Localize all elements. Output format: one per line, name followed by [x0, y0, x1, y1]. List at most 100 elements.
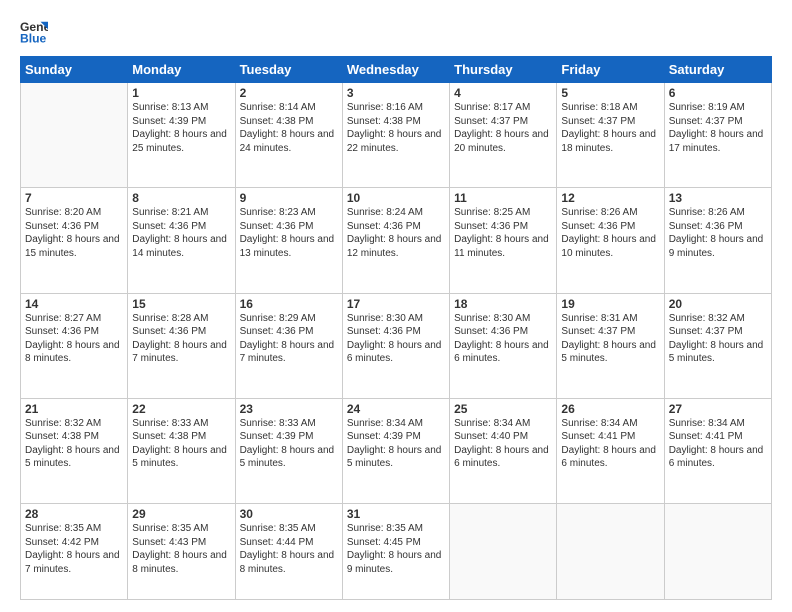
day-number: 8 [132, 191, 230, 205]
weekday-saturday: Saturday [664, 57, 771, 83]
weekday-monday: Monday [128, 57, 235, 83]
calendar-cell: 19Sunrise: 8:31 AMSunset: 4:37 PMDayligh… [557, 293, 664, 398]
cell-info: Sunrise: 8:34 AMSunset: 4:39 PMDaylight:… [347, 417, 445, 471]
day-number: 14 [25, 297, 123, 311]
cell-info: Sunrise: 8:21 AMSunset: 4:36 PMDaylight:… [132, 206, 230, 260]
calendar-cell: 11Sunrise: 8:25 AMSunset: 4:36 PMDayligh… [450, 188, 557, 293]
cell-info: Sunrise: 8:17 AMSunset: 4:37 PMDaylight:… [454, 101, 552, 155]
calendar-cell: 23Sunrise: 8:33 AMSunset: 4:39 PMDayligh… [235, 398, 342, 503]
calendar-cell: 21Sunrise: 8:32 AMSunset: 4:38 PMDayligh… [21, 398, 128, 503]
cell-info: Sunrise: 8:14 AMSunset: 4:38 PMDaylight:… [240, 101, 338, 155]
day-number: 24 [347, 402, 445, 416]
calendar-cell: 26Sunrise: 8:34 AMSunset: 4:41 PMDayligh… [557, 398, 664, 503]
cell-info: Sunrise: 8:27 AMSunset: 4:36 PMDaylight:… [25, 312, 123, 366]
cell-info: Sunrise: 8:35 AMSunset: 4:43 PMDaylight:… [132, 522, 230, 576]
weekday-thursday: Thursday [450, 57, 557, 83]
day-number: 19 [561, 297, 659, 311]
cell-info: Sunrise: 8:35 AMSunset: 4:44 PMDaylight:… [240, 522, 338, 576]
calendar-cell: 1Sunrise: 8:13 AMSunset: 4:39 PMDaylight… [128, 83, 235, 188]
week-row-1: 7Sunrise: 8:20 AMSunset: 4:36 PMDaylight… [21, 188, 772, 293]
calendar-cell: 25Sunrise: 8:34 AMSunset: 4:40 PMDayligh… [450, 398, 557, 503]
day-number: 3 [347, 86, 445, 100]
cell-info: Sunrise: 8:16 AMSunset: 4:38 PMDaylight:… [347, 101, 445, 155]
cell-info: Sunrise: 8:31 AMSunset: 4:37 PMDaylight:… [561, 312, 659, 366]
day-number: 15 [132, 297, 230, 311]
header: General Blue [20, 18, 772, 46]
calendar-cell: 4Sunrise: 8:17 AMSunset: 4:37 PMDaylight… [450, 83, 557, 188]
calendar-cell: 31Sunrise: 8:35 AMSunset: 4:45 PMDayligh… [342, 504, 449, 600]
day-number: 25 [454, 402, 552, 416]
day-number: 17 [347, 297, 445, 311]
calendar-cell: 10Sunrise: 8:24 AMSunset: 4:36 PMDayligh… [342, 188, 449, 293]
calendar-cell: 8Sunrise: 8:21 AMSunset: 4:36 PMDaylight… [128, 188, 235, 293]
calendar-cell: 9Sunrise: 8:23 AMSunset: 4:36 PMDaylight… [235, 188, 342, 293]
cell-info: Sunrise: 8:29 AMSunset: 4:36 PMDaylight:… [240, 312, 338, 366]
calendar-cell: 29Sunrise: 8:35 AMSunset: 4:43 PMDayligh… [128, 504, 235, 600]
cell-info: Sunrise: 8:33 AMSunset: 4:39 PMDaylight:… [240, 417, 338, 471]
calendar-table: SundayMondayTuesdayWednesdayThursdayFrid… [20, 56, 772, 600]
day-number: 11 [454, 191, 552, 205]
weekday-sunday: Sunday [21, 57, 128, 83]
calendar-cell: 15Sunrise: 8:28 AMSunset: 4:36 PMDayligh… [128, 293, 235, 398]
cell-info: Sunrise: 8:26 AMSunset: 4:36 PMDaylight:… [669, 206, 767, 260]
calendar-cell [450, 504, 557, 600]
day-number: 7 [25, 191, 123, 205]
cell-info: Sunrise: 8:32 AMSunset: 4:37 PMDaylight:… [669, 312, 767, 366]
calendar-cell [664, 504, 771, 600]
day-number: 29 [132, 507, 230, 521]
day-number: 6 [669, 86, 767, 100]
cell-info: Sunrise: 8:35 AMSunset: 4:42 PMDaylight:… [25, 522, 123, 576]
calendar-cell: 6Sunrise: 8:19 AMSunset: 4:37 PMDaylight… [664, 83, 771, 188]
day-number: 5 [561, 86, 659, 100]
day-number: 9 [240, 191, 338, 205]
cell-info: Sunrise: 8:34 AMSunset: 4:40 PMDaylight:… [454, 417, 552, 471]
day-number: 23 [240, 402, 338, 416]
day-number: 30 [240, 507, 338, 521]
weekday-tuesday: Tuesday [235, 57, 342, 83]
svg-text:Blue: Blue [20, 31, 47, 45]
calendar-cell: 3Sunrise: 8:16 AMSunset: 4:38 PMDaylight… [342, 83, 449, 188]
day-number: 18 [454, 297, 552, 311]
cell-info: Sunrise: 8:32 AMSunset: 4:38 PMDaylight:… [25, 417, 123, 471]
logo-icon: General Blue [20, 18, 48, 46]
weekday-header-row: SundayMondayTuesdayWednesdayThursdayFrid… [21, 57, 772, 83]
cell-info: Sunrise: 8:30 AMSunset: 4:36 PMDaylight:… [454, 312, 552, 366]
cell-info: Sunrise: 8:20 AMSunset: 4:36 PMDaylight:… [25, 206, 123, 260]
calendar-cell: 13Sunrise: 8:26 AMSunset: 4:36 PMDayligh… [664, 188, 771, 293]
calendar-cell: 30Sunrise: 8:35 AMSunset: 4:44 PMDayligh… [235, 504, 342, 600]
day-number: 12 [561, 191, 659, 205]
cell-info: Sunrise: 8:34 AMSunset: 4:41 PMDaylight:… [561, 417, 659, 471]
calendar-cell: 14Sunrise: 8:27 AMSunset: 4:36 PMDayligh… [21, 293, 128, 398]
calendar-cell: 5Sunrise: 8:18 AMSunset: 4:37 PMDaylight… [557, 83, 664, 188]
cell-info: Sunrise: 8:34 AMSunset: 4:41 PMDaylight:… [669, 417, 767, 471]
day-number: 16 [240, 297, 338, 311]
day-number: 21 [25, 402, 123, 416]
calendar-cell: 16Sunrise: 8:29 AMSunset: 4:36 PMDayligh… [235, 293, 342, 398]
calendar-cell [21, 83, 128, 188]
calendar-cell: 20Sunrise: 8:32 AMSunset: 4:37 PMDayligh… [664, 293, 771, 398]
cell-info: Sunrise: 8:18 AMSunset: 4:37 PMDaylight:… [561, 101, 659, 155]
day-number: 27 [669, 402, 767, 416]
calendar-cell: 12Sunrise: 8:26 AMSunset: 4:36 PMDayligh… [557, 188, 664, 293]
calendar-cell: 2Sunrise: 8:14 AMSunset: 4:38 PMDaylight… [235, 83, 342, 188]
day-number: 22 [132, 402, 230, 416]
day-number: 2 [240, 86, 338, 100]
cell-info: Sunrise: 8:13 AMSunset: 4:39 PMDaylight:… [132, 101, 230, 155]
day-number: 28 [25, 507, 123, 521]
page: General Blue SundayMondayTuesdayWednesda… [0, 0, 792, 612]
day-number: 1 [132, 86, 230, 100]
cell-info: Sunrise: 8:35 AMSunset: 4:45 PMDaylight:… [347, 522, 445, 576]
day-number: 20 [669, 297, 767, 311]
calendar-cell: 24Sunrise: 8:34 AMSunset: 4:39 PMDayligh… [342, 398, 449, 503]
cell-info: Sunrise: 8:25 AMSunset: 4:36 PMDaylight:… [454, 206, 552, 260]
calendar-cell [557, 504, 664, 600]
day-number: 31 [347, 507, 445, 521]
week-row-3: 21Sunrise: 8:32 AMSunset: 4:38 PMDayligh… [21, 398, 772, 503]
logo: General Blue [20, 18, 48, 46]
weekday-friday: Friday [557, 57, 664, 83]
calendar-cell: 17Sunrise: 8:30 AMSunset: 4:36 PMDayligh… [342, 293, 449, 398]
day-number: 4 [454, 86, 552, 100]
day-number: 13 [669, 191, 767, 205]
calendar-cell: 27Sunrise: 8:34 AMSunset: 4:41 PMDayligh… [664, 398, 771, 503]
cell-info: Sunrise: 8:26 AMSunset: 4:36 PMDaylight:… [561, 206, 659, 260]
